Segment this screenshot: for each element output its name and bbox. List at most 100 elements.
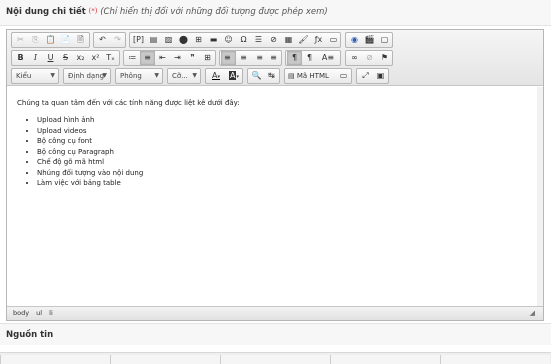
indent-icon[interactable]: ⇥: [170, 51, 185, 65]
find-icon[interactable]: 🔍: [249, 69, 264, 83]
insert-link-icon[interactable]: ∞: [347, 51, 362, 65]
source-title: Nguồn tin: [6, 330, 54, 340]
source-label: Mã HTML: [296, 72, 329, 80]
format-combo[interactable]: Định dạng ▼: [63, 68, 111, 84]
flash-icon[interactable]: ⬤: [176, 33, 191, 47]
link-icon[interactable]: ⊘: [266, 33, 281, 47]
numbered-list-icon[interactable]: ≔: [125, 51, 140, 65]
list-item: Bộ công cụ font: [37, 136, 533, 147]
section-title: Nội dung chi tiết: [6, 7, 86, 17]
maximize-small-icon[interactable]: ▢: [377, 33, 392, 47]
paste-text-icon[interactable]: 📄: [58, 33, 73, 47]
outdent-icon[interactable]: ⇤: [155, 51, 170, 65]
format-combo-label: Định dạng: [68, 72, 105, 80]
subscript-button[interactable]: x₂: [73, 51, 88, 65]
content-section-header: Nội dung chi tiết (*) (Chỉ hiển thị đối …: [0, 0, 551, 26]
align-right-icon[interactable]: ≡: [251, 51, 266, 65]
undo-icon[interactable]: ↶: [95, 33, 110, 47]
chevron-down-icon: ▾: [236, 74, 239, 80]
content-intro: Chúng ta quan tâm đến với các tính năng …: [17, 99, 240, 107]
template-icon[interactable]: [P]: [131, 33, 146, 47]
paste-word-icon[interactable]: 🗎: [73, 33, 88, 47]
formula-icon[interactable]: ƒx: [311, 33, 326, 47]
italic-button[interactable]: I: [28, 51, 43, 65]
redo-icon[interactable]: ↷: [110, 33, 125, 47]
chevron-down-icon: ▼: [102, 72, 107, 79]
align-group: ≡ ≡ ≡ ≡: [219, 50, 282, 66]
content-scrollbar[interactable]: [537, 87, 543, 306]
bold-button[interactable]: B: [13, 51, 28, 65]
horizontal-rule-icon[interactable]: ▬: [206, 33, 221, 47]
image-icon[interactable]: ▨: [161, 33, 176, 47]
strike-button[interactable]: S: [58, 51, 73, 65]
rtl-icon[interactable]: ¶: [302, 51, 317, 65]
preview-icon[interactable]: ▭: [326, 33, 341, 47]
list-item: Làm việc với bảng table: [37, 178, 533, 189]
table-icon[interactable]: ⊞: [191, 33, 206, 47]
anchor-flag-icon[interactable]: ⚑: [377, 51, 392, 65]
size-combo-label: Cỡ...: [172, 72, 188, 80]
source-section-header: Nguồn tin: [0, 323, 551, 345]
smiley-icon[interactable]: ☺: [221, 33, 236, 47]
clipboard-group: ✂ ⎘ 📋 📄 🗎: [11, 32, 90, 48]
toolbar-cell: [0, 355, 110, 364]
toolbar-cell: [220, 355, 330, 364]
paste-icon[interactable]: 📋: [43, 33, 58, 47]
text-color-button[interactable]: A▾: [207, 69, 225, 83]
font-combo-label: Phông: [120, 72, 142, 80]
cut-icon[interactable]: ✂: [13, 33, 28, 47]
iframe-icon[interactable]: ☰: [251, 33, 266, 47]
bulleted-list-icon[interactable]: ≡: [140, 51, 155, 65]
ltr-icon[interactable]: ¶: [287, 51, 302, 65]
show-blocks-icon[interactable]: ▣: [373, 69, 388, 83]
video-icon[interactable]: 🎬: [362, 33, 377, 47]
required-mark: (*): [88, 7, 98, 15]
resize-grip-icon[interactable]: ◢: [530, 307, 535, 320]
about-icon[interactable]: ◉: [347, 33, 362, 47]
style-combo-label: Kiểu: [16, 72, 32, 80]
anchor-icon[interactable]: ▦: [281, 33, 296, 47]
maximize-icon[interactable]: ⤢: [358, 69, 373, 83]
highlight-icon[interactable]: 🖌: [296, 33, 311, 47]
bidi-group: ¶ ¶ A≡: [285, 50, 341, 66]
path-ul[interactable]: ul: [36, 309, 42, 317]
editor-content-area[interactable]: Chúng ta quan tâm đến với các tính năng …: [7, 87, 543, 306]
unlink-icon[interactable]: ⊘: [362, 51, 377, 65]
bg-color-button[interactable]: A▾: [225, 69, 243, 83]
links-group: ∞ ⊘ ⚑: [345, 50, 393, 66]
find-group: 🔍 ↹: [247, 68, 280, 84]
copy-icon[interactable]: ⎘: [28, 33, 43, 47]
document-group: ▤ Mã HTML ▭: [284, 68, 352, 84]
align-left-icon[interactable]: ≡: [221, 51, 236, 65]
page-icon[interactable]: ▤: [146, 33, 161, 47]
path-li[interactable]: li: [49, 309, 53, 317]
chevron-down-icon: ▼: [50, 72, 55, 79]
history-group: ↶ ↷: [93, 32, 126, 48]
basicstyles-group: B I U S x₂ x² Tₓ: [11, 50, 120, 66]
size-combo[interactable]: Cỡ... ▼: [167, 68, 201, 84]
superscript-button[interactable]: x²: [88, 51, 103, 65]
editor-status-bar: body ul li ◢: [7, 306, 543, 320]
replace-icon[interactable]: ↹: [264, 69, 279, 83]
tools-group: ⤢ ▣: [356, 68, 389, 84]
next-editor-toolbar: [0, 352, 551, 364]
source-icon: ▤: [288, 72, 297, 80]
special-char-icon[interactable]: Ω: [236, 33, 251, 47]
path-body[interactable]: body: [13, 309, 29, 317]
list-item: Chế độ gõ mã html: [37, 157, 533, 168]
toolbar-cell: [110, 355, 220, 364]
font-combo[interactable]: Phông ▼: [115, 68, 163, 84]
document-icon[interactable]: ▭: [336, 69, 351, 83]
toolbar-cell: [330, 355, 440, 364]
div-container-icon[interactable]: ⊞: [200, 51, 215, 65]
language-icon[interactable]: A≡: [317, 51, 339, 65]
underline-button[interactable]: U: [43, 51, 58, 65]
align-justify-icon[interactable]: ≡: [266, 51, 281, 65]
style-combo[interactable]: Kiểu ▼: [11, 68, 59, 84]
align-center-icon[interactable]: ≡: [236, 51, 251, 65]
toolbar-cell: [440, 355, 550, 364]
blockquote-icon[interactable]: ❞: [185, 51, 200, 65]
source-button[interactable]: ▤ Mã HTML: [286, 69, 334, 83]
section-note: (Chỉ hiển thị đối với những đối tượng đư…: [100, 7, 328, 17]
remove-format-button[interactable]: Tₓ: [103, 51, 118, 65]
